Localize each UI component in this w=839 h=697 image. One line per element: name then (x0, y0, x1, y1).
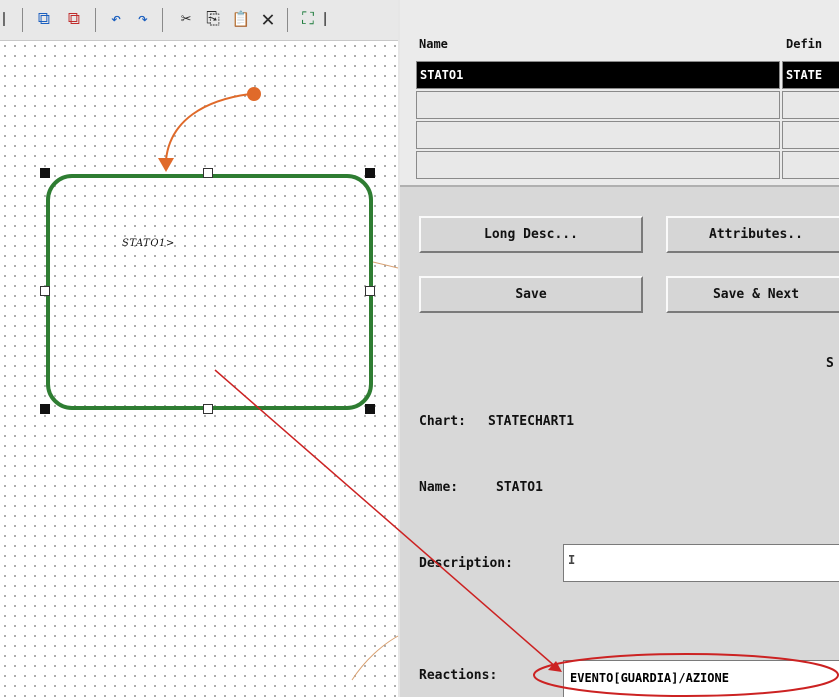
paste-icon[interactable]: 📋 (229, 7, 253, 31)
states-grid: Name Defin STATO1 STATE (400, 0, 839, 187)
partial-right-icon[interactable]: ❘ (320, 7, 334, 31)
selection-handle[interactable] (365, 168, 375, 178)
undo-icon[interactable]: ↶ (104, 7, 128, 31)
export-icon[interactable]: ⧉ (62, 7, 86, 31)
name-value: STATO1 (496, 480, 543, 495)
description-field[interactable]: I (563, 544, 839, 582)
selection-handle[interactable] (365, 286, 375, 296)
column-header-definition[interactable]: Defin (786, 37, 822, 51)
table-row[interactable] (416, 121, 839, 151)
cell-name[interactable]: STATO1 (416, 61, 780, 89)
import-icon[interactable]: ⧉ (32, 7, 56, 31)
cut-icon[interactable]: ✂ (174, 7, 198, 31)
save-button[interactable]: Save (419, 276, 643, 313)
toolbar-separator (95, 8, 96, 32)
selection-handle[interactable] (365, 404, 375, 414)
toolbar-separator (287, 8, 288, 32)
toolbar: ❘ ⧉ ⧉ ↶ ↷ ✂ ⎘ 📋 ✕ ⛶ ❘ (0, 0, 398, 41)
state-label: STATO1> (122, 238, 175, 249)
partial-icon[interactable]: ❘ (0, 7, 16, 31)
reactions-value: EVENTO[GUARDIA]/AZIONE (570, 671, 729, 685)
properties-panel: Name Defin STATO1 STATE Long Desc... Att… (398, 0, 839, 697)
cell-definition[interactable]: STATE (782, 61, 839, 89)
selection-handle[interactable] (203, 404, 213, 414)
cell-name[interactable] (416, 121, 780, 149)
zoom-fit-icon[interactable]: ⛶ (296, 7, 320, 31)
reactions-field[interactable]: EVENTO[GUARDIA]/AZIONE (563, 660, 839, 697)
cell-definition[interactable] (782, 121, 839, 149)
selection-handle[interactable] (40, 404, 50, 414)
toolbar-separator (22, 8, 23, 32)
table-row[interactable] (416, 151, 839, 181)
column-header-name[interactable]: Name (419, 37, 448, 51)
reactions-label: Reactions: (419, 668, 498, 683)
save-next-button[interactable]: Save & Next (666, 276, 839, 313)
selection-handle[interactable] (203, 168, 213, 178)
toolbar-separator (162, 8, 163, 32)
cell-definition[interactable] (782, 91, 839, 119)
state-node[interactable] (46, 174, 373, 410)
cell-name[interactable] (416, 151, 780, 179)
copy-icon[interactable]: ⎘ (201, 7, 225, 31)
cell-name[interactable] (416, 91, 780, 119)
selection-handle[interactable] (40, 168, 50, 178)
table-row[interactable] (416, 91, 839, 121)
table-row[interactable]: STATO1 STATE (416, 61, 839, 91)
delete-icon[interactable]: ✕ (256, 7, 280, 32)
selection-handle[interactable] (40, 286, 50, 296)
section-letter: S (826, 356, 834, 371)
cell-definition[interactable] (782, 151, 839, 179)
description-label: Description: (419, 556, 513, 571)
long-desc-button[interactable]: Long Desc... (419, 216, 643, 253)
diagram-pane: ❘ ⧉ ⧉ ↶ ↷ ✂ ⎘ 📋 ✕ ⛶ ❘ STATO1> (0, 0, 398, 697)
text-cursor-icon: I (568, 553, 576, 567)
chart-label: Chart: (419, 414, 466, 429)
attributes-button[interactable]: Attributes.. (666, 216, 839, 253)
chart-value: STATECHART1 (488, 414, 575, 429)
name-label: Name: (419, 480, 459, 495)
redo-icon[interactable]: ↷ (131, 7, 155, 31)
